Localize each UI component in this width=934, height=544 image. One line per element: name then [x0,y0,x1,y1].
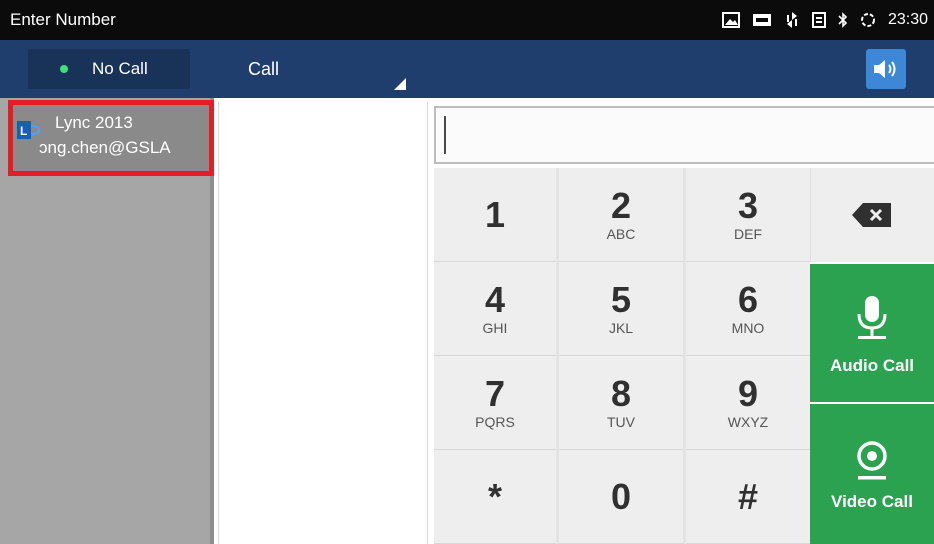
key-letters: DEF [734,225,762,242]
key-digit: 1 [484,193,506,235]
key-letters: MNO [731,319,765,336]
key-4[interactable]: 4 GHI [434,262,556,356]
account-item-lync[interactable]: L Lync 2013 ɔng.chen@GSLA [8,100,214,176]
sync-icon [786,12,797,28]
dropdown-corner-icon [394,78,406,90]
key-digit: 2 [610,184,632,226]
clock: 23:30 [887,11,928,28]
key-digit: 7 [484,372,506,414]
sim-icon [811,12,826,28]
lync-logo-icon: L [17,121,41,139]
status-icons: 23:30 [721,9,928,31]
backspace-icon [852,203,891,227]
key-9[interactable]: 9 WXYZ [686,356,810,450]
key-digit: 0 [610,475,632,517]
key-1[interactable]: 1 [434,168,556,262]
loading-icon [860,13,875,27]
key-digit: 5 [610,278,632,320]
image-icon [721,12,740,28]
key-letters: JKL [608,319,634,336]
dial-keypad: 1 2 ABC 3 DEF 4 GHI 5 JKL 6 MNO 7 PQRS 8 TUV 9W… [434,168,810,544]
call-status-button[interactable]: No Call [28,49,190,89]
key-8[interactable]: 8 TUV [559,356,683,450]
account-name: Lync 2013 [55,113,133,132]
key-letters: GHI [482,319,508,336]
call-mode-spinner[interactable]: Call [218,40,414,98]
account-address: ɔng.chen@GSLA [39,138,171,157]
video-call-label: Video Call [831,492,913,511]
key-5[interactable]: 5 JKL [559,262,683,356]
ftp-icon [752,14,771,26]
audio-call-button[interactable]: Audio Call [810,264,934,402]
number-input[interactable] [434,106,934,164]
key-digit: 8 [610,372,632,414]
backspace-button[interactable] [810,168,934,262]
key-letters: ABC [606,225,636,242]
key-7[interactable]: 7 PQRS [434,356,556,450]
key-star[interactable]: * [434,450,556,544]
key-digit: # [737,475,759,517]
video-call-button[interactable]: Video Call [810,404,934,544]
speaker-icon [874,60,896,78]
key-letters: TUV [607,413,635,430]
key-hash[interactable]: # [686,450,810,544]
action-bar: No Call Call [0,40,934,98]
call-mode-label: Call [248,59,280,79]
microphone-icon [857,296,887,339]
status-bar: Enter Number 23:30 [0,0,934,40]
key-digit: * [487,475,502,517]
text-cursor [444,116,446,154]
key-3[interactable]: 3 DEF [686,168,810,262]
volume-button[interactable] [866,49,906,89]
key-6[interactable]: 6 MNO [686,262,810,356]
svg-text:L: L [20,124,27,138]
key-digit: 9 [737,372,759,414]
screen-title: Enter Number [10,10,116,29]
bluetooth-icon [838,12,848,28]
key-2[interactable]: 2 ABC [559,168,683,262]
call-status-label: No Call [92,59,148,78]
key-digit: 4 [484,278,506,320]
key-digit: 6 [737,278,759,320]
status-dot-icon [60,65,68,73]
key-letters: WXYZ [727,413,769,430]
audio-call-label: Audio Call [829,356,915,375]
key-digit: 3 [737,184,759,226]
camera-icon [857,441,887,480]
key-letters: PQRS [475,413,515,430]
key-0[interactable]: 0 [559,450,683,544]
contact-list-panel [218,102,428,544]
